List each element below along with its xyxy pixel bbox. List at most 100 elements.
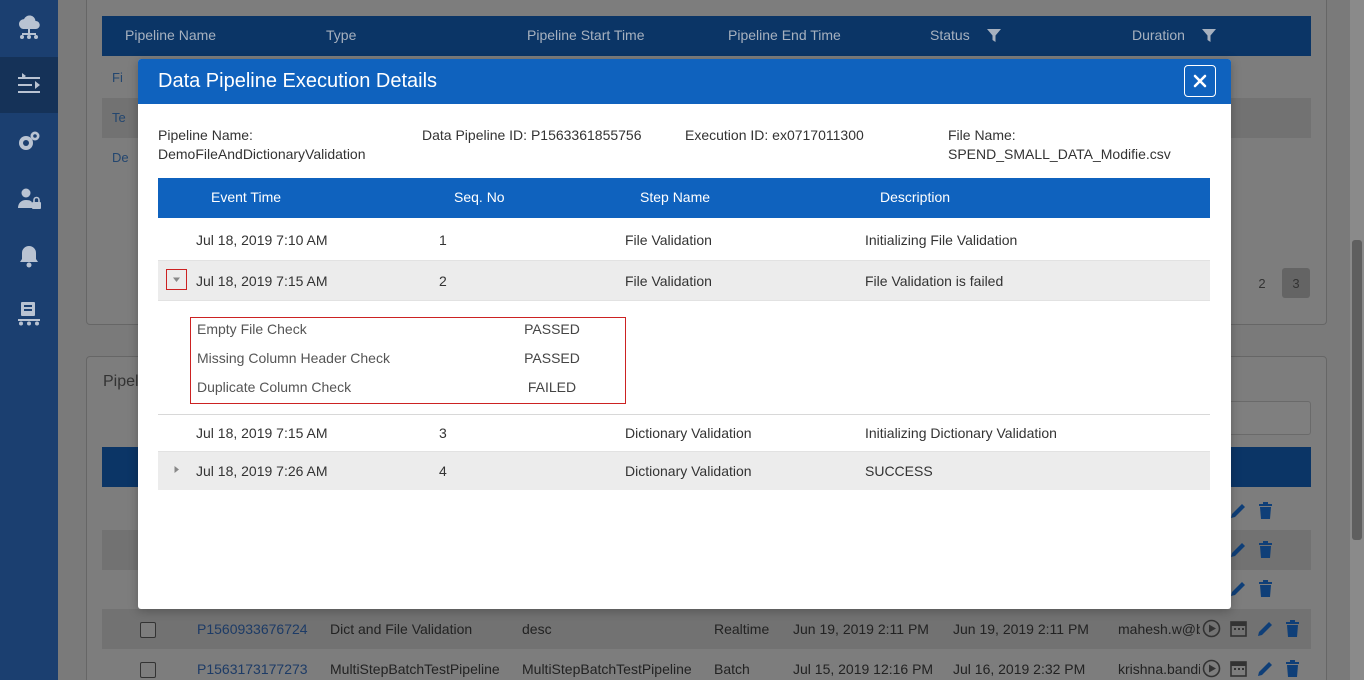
row-checkbox[interactable] (140, 622, 156, 638)
event-description: SUCCESS (865, 463, 933, 479)
pipeline-desc: MultiStepBatchTestPipeline (522, 661, 692, 677)
col-step-name[interactable]: Step Name (640, 189, 710, 205)
event-seq: 4 (439, 463, 447, 479)
nav-cloud[interactable] (0, 0, 58, 56)
file-name-value: SPEND_SMALL_DATA_Modifie.csv (948, 146, 1171, 162)
server-conveyor-icon (18, 302, 40, 326)
col-seq-no[interactable]: Seq. No (454, 189, 505, 205)
event-row[interactable]: Jul 18, 2019 7:15 AM 3 Dictionary Valida… (158, 415, 1210, 452)
event-step: File Validation (625, 232, 712, 248)
event-row[interactable]: Jul 18, 2019 7:10 AM 1 File Validation I… (158, 218, 1210, 261)
expand-row-button[interactable] (166, 459, 187, 480)
event-time: Jul 18, 2019 7:15 AM (196, 273, 328, 289)
edit-pencil-icon[interactable] (1256, 659, 1275, 678)
file-name-label: File Name: (948, 127, 1016, 143)
col-status[interactable]: Status (930, 27, 970, 43)
pipeline-name: MultiStepBatchTestPipeline (330, 661, 500, 677)
row-actions (1202, 659, 1302, 678)
col-duration[interactable]: Duration (1132, 27, 1185, 43)
row-actions (1202, 619, 1302, 638)
pipeline-start: Jul 15, 2019 12:16 PM (793, 661, 934, 677)
pipeline-shuffle-icon (18, 73, 40, 93)
nav-users[interactable] (0, 171, 58, 227)
col-pipeline-name[interactable]: Pipeline Name (125, 27, 216, 43)
modal-header: Data Pipeline Execution Details (138, 59, 1231, 104)
nav-notifications[interactable] (0, 228, 58, 284)
page-scrollbar[interactable] (1350, 0, 1364, 680)
gears-icon (19, 131, 40, 150)
pipeline-mode: Realtime (714, 621, 770, 637)
sidebar (0, 0, 58, 680)
grid-header: Event Time Seq. No Step Name Description (158, 178, 1210, 218)
modal-title: Data Pipeline Execution Details (158, 70, 438, 92)
pipeline-id-info: Data Pipeline ID: P1563361855756 (422, 127, 642, 143)
edit-pencil-icon[interactable] (1229, 540, 1248, 559)
edit-pencil-icon[interactable] (1229, 579, 1248, 598)
event-step: Dictionary Validation (625, 425, 752, 441)
edit-pencil-icon[interactable] (1256, 619, 1275, 638)
table-row[interactable]: P1563173177273 MultiStepBatchTestPipelin… (102, 649, 1311, 680)
filter-icon[interactable] (987, 29, 1001, 43)
check-row: Empty File Check PASSED (197, 321, 617, 341)
user-lock-icon (18, 188, 41, 209)
col-event-time[interactable]: Event Time (211, 189, 281, 205)
scrollbar-thumb[interactable] (1352, 240, 1362, 540)
pipeline-user: mahesh.w@b (1118, 621, 1200, 637)
close-button[interactable] (1184, 65, 1216, 97)
event-seq: 2 (439, 273, 447, 289)
page-3-button[interactable]: 3 (1282, 268, 1310, 298)
check-status: PASSED (524, 321, 580, 337)
play-icon[interactable] (1202, 619, 1221, 638)
collapse-row-button[interactable] (166, 269, 187, 290)
check-row: Missing Column Header Check PASSED (197, 350, 617, 370)
pipeline-mode: Batch (714, 661, 750, 677)
caret-down-icon (173, 277, 180, 282)
pipeline-end: Jun 19, 2019 2:11 PM (953, 621, 1089, 637)
bell-icon (20, 246, 38, 268)
page-2-button[interactable]: 2 (1248, 268, 1276, 298)
calendar-icon[interactable] (1229, 619, 1248, 638)
row-checkbox[interactable] (140, 662, 156, 678)
event-time: Jul 18, 2019 7:10 AM (196, 232, 328, 248)
event-description: Initializing Dictionary Validation (865, 425, 1057, 441)
check-row: Duplicate Column Check FAILED (197, 379, 617, 399)
nav-settings[interactable] (0, 114, 58, 170)
play-icon[interactable] (1202, 659, 1221, 678)
filter-icon[interactable] (1202, 29, 1216, 43)
check-name: Missing Column Header Check (197, 350, 390, 366)
event-description: File Validation is failed (865, 273, 1004, 289)
nav-jobs[interactable] (0, 285, 58, 341)
pipeline-name-value: DemoFileAndDictionaryValidation (158, 146, 366, 162)
validation-checks-box: Empty File Check PASSED Missing Column H… (190, 317, 626, 404)
execution-details-modal: Data Pipeline Execution Details Pipeline… (138, 59, 1231, 609)
caret-right-icon (174, 466, 179, 473)
pipeline-id-link[interactable]: P1563173177273 (197, 661, 308, 677)
event-step: File Validation (625, 273, 712, 289)
trash-icon[interactable] (1256, 501, 1275, 520)
trash-icon[interactable] (1283, 619, 1302, 638)
col-start-time[interactable]: Pipeline Start Time (527, 27, 645, 43)
pipeline-name-info: Pipeline Name: DemoFileAndDictionaryVali… (158, 126, 366, 164)
event-row[interactable]: Jul 18, 2019 7:26 AM 4 Dictionary Valida… (158, 452, 1210, 490)
pipeline-end: Jul 16, 2019 2:32 PM (953, 661, 1086, 677)
nav-pipelines[interactable] (0, 57, 58, 113)
trash-icon[interactable] (1283, 659, 1302, 678)
trash-icon[interactable] (1256, 579, 1275, 598)
calendar-icon[interactable] (1229, 659, 1248, 678)
trash-icon[interactable] (1256, 540, 1275, 559)
col-end-time[interactable]: Pipeline End Time (728, 27, 841, 43)
event-time: Jul 18, 2019 7:15 AM (196, 425, 328, 441)
execution-id-info: Execution ID: ex0717011300 (685, 127, 864, 143)
pipeline-id-link[interactable]: P1560933676724 (197, 621, 308, 637)
check-name: Empty File Check (197, 321, 307, 337)
edit-pencil-icon[interactable] (1229, 501, 1248, 520)
close-icon (1193, 74, 1207, 88)
event-seq: 3 (439, 425, 447, 441)
col-type[interactable]: Type (326, 27, 356, 43)
event-row-expanded[interactable]: Jul 18, 2019 7:15 AM 2 File Validation F… (158, 261, 1210, 301)
event-time: Jul 18, 2019 7:26 AM (196, 463, 328, 479)
col-description[interactable]: Description (880, 189, 950, 205)
bg-grid-header: Pipeline Name Type Pipeline Start Time P… (102, 16, 1311, 56)
table-row[interactable]: P1560933676724 Dict and File Validation … (102, 609, 1311, 649)
panel-title: Pipel (103, 373, 139, 390)
